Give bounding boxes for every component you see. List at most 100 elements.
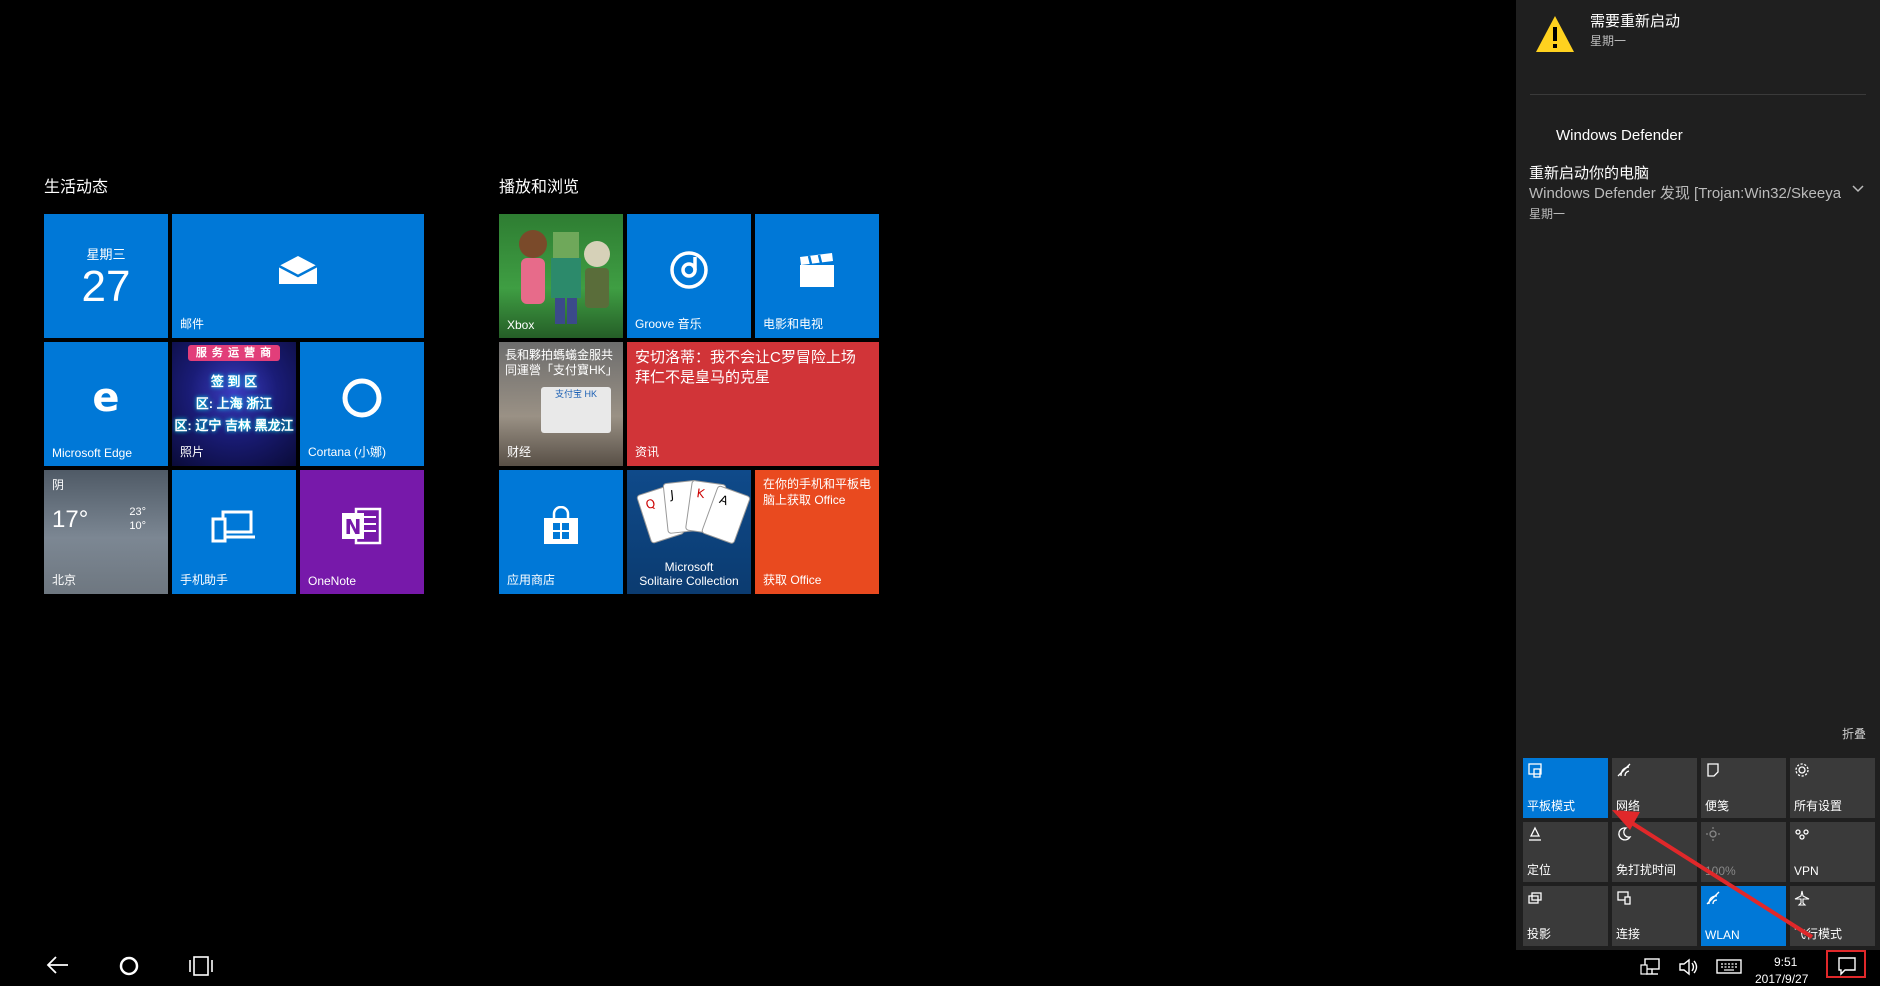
moon-icon	[1618, 827, 1632, 841]
quick-action-label: 100%	[1705, 864, 1736, 878]
project-icon	[1528, 892, 1542, 904]
warning-icon	[1536, 16, 1574, 52]
network-tray-icon[interactable]	[1640, 957, 1662, 977]
tile-groove-label: Groove 音乐	[635, 317, 702, 331]
defender-notification-body: Windows Defender 发现 [Trojan:Win32/Skeeya…	[1529, 185, 1841, 202]
quick-action-moon[interactable]: 免打扰时间	[1612, 822, 1697, 882]
tile-onenote[interactable]: N OneNote	[300, 470, 424, 594]
office-description: 在你的手机和平板电脑上获取 Office	[763, 477, 872, 507]
brightness-icon	[1706, 827, 1720, 841]
finance-card-image: 支付宝 HK	[541, 387, 611, 433]
collapse-button[interactable]: 折叠	[1842, 725, 1866, 742]
tile-onenote-label: OneNote	[308, 574, 357, 588]
task-view-icon[interactable]	[188, 954, 214, 978]
photos-line-1: 签 到 区	[210, 374, 258, 389]
tile-phone-companion[interactable]: 手机助手	[172, 470, 296, 594]
quick-action-label: WLAN	[1705, 928, 1740, 942]
svg-text:N: N	[345, 515, 362, 539]
edge-icon: e	[92, 378, 119, 418]
weather-high: 23°	[129, 506, 146, 518]
tile-finance[interactable]: 長和夥拍螞蟻金服共同運營「支付寶HK」 支付宝 HK 财经	[499, 342, 623, 466]
defender-app-header[interactable]: Windows Defender	[1556, 127, 1683, 144]
tile-weather[interactable]: 阴 17° 23° 10° 北京	[44, 470, 168, 594]
action-center: 需要重新启动 星期一 Windows Defender 重新启动你的电脑 Win…	[1516, 0, 1880, 950]
tile-mail[interactable]: 邮件	[172, 214, 424, 338]
tile-office[interactable]: 在你的手机和平板电脑上获取 Office 获取 Office	[755, 470, 879, 594]
playing-cards-icon: Q J K A	[636, 480, 751, 544]
tile-photos-label: 照片	[180, 445, 205, 459]
tile-cortana-label: Cortana (小娜)	[308, 445, 387, 459]
svg-text:e: e	[92, 378, 119, 418]
solitaire-caption: Microsoft Solitaire Collection	[627, 560, 751, 588]
tile-edge-label: Microsoft Edge	[52, 446, 133, 460]
quick-action-settings[interactable]: 所有设置	[1790, 758, 1875, 818]
calendar-day: 星期三	[86, 247, 126, 262]
quick-action-label: 平板模式	[1527, 799, 1576, 813]
quick-action-note[interactable]: 便笺	[1701, 758, 1786, 818]
quick-action-network[interactable]: 网络	[1612, 758, 1697, 818]
defender-notification-title[interactable]: 重新启动你的电脑	[1529, 162, 1649, 183]
photos-banner-text: 服 务 运 营 商	[188, 345, 280, 361]
tile-xbox[interactable]: Xbox	[499, 214, 623, 338]
store-bag-icon	[544, 505, 578, 544]
quick-action-label: 免打扰时间	[1616, 863, 1677, 877]
tile-office-label: 获取 Office	[763, 573, 822, 587]
defender-notification-time: 星期一	[1529, 207, 1566, 221]
quick-action-wifi[interactable]: WLAN	[1701, 886, 1786, 946]
news-headline: 安切洛蒂：我不会让C罗冒险上场 拜仁不是皇马的克星	[635, 349, 856, 386]
tile-store[interactable]: 应用商店	[499, 470, 623, 594]
notification-restart-title[interactable]: 需要重新启动	[1590, 10, 1680, 31]
clapperboard-icon	[800, 252, 834, 287]
quick-action-label: 飞行模式	[1794, 927, 1843, 941]
quick-action-location[interactable]: 定位	[1523, 822, 1608, 882]
calendar-date: 27	[81, 262, 131, 311]
quick-action-label: VPN	[1794, 864, 1819, 878]
quick-action-tablet-mode[interactable]: 平板模式	[1523, 758, 1608, 818]
tile-calendar[interactable]: 星期三 27	[44, 214, 168, 338]
chevron-down-icon[interactable]	[1851, 184, 1865, 194]
notification-restart-time: 星期一	[1590, 34, 1627, 48]
tile-news[interactable]: 安切洛蒂：我不会让C罗冒险上场 拜仁不是皇马的克星 资讯	[627, 342, 879, 466]
photos-line-2: 区: 上海 浙江	[195, 396, 273, 411]
notification-divider	[1530, 94, 1866, 95]
tile-cortana[interactable]: Cortana (小娜)	[300, 342, 424, 466]
quick-action-brightness[interactable]: 100%	[1701, 822, 1786, 882]
back-arrow-icon[interactable]	[44, 954, 70, 976]
tablet-mode-icon	[1528, 763, 1542, 778]
finance-headline: 長和夥拍螞蟻金服共同運營「支付寶HK」	[505, 348, 618, 377]
quick-action-project[interactable]: 投影	[1523, 886, 1608, 946]
quick-action-connect[interactable]: 连接	[1612, 886, 1697, 946]
tile-photos[interactable]: 服 务 运 营 商 签 到 区 区: 上海 浙江 区: 辽宁 吉林 黑龙江 照片	[172, 342, 296, 466]
clock-date[interactable]: 2017/9/27	[1755, 972, 1808, 986]
quick-action-label: 便笺	[1705, 799, 1730, 813]
weather-city: 北京	[52, 573, 77, 587]
clock-time[interactable]: 9:51	[1774, 955, 1797, 969]
volume-icon[interactable]	[1678, 957, 1700, 977]
airplane-icon	[1794, 890, 1810, 906]
weather-temp: 17°	[52, 506, 89, 533]
photos-line-3: 区: 辽宁 吉林 黑龙江	[174, 418, 294, 433]
tile-movies[interactable]: 电影和电视	[755, 214, 879, 338]
tile-phone-label: 手机助手	[180, 573, 229, 587]
network-icon	[1617, 763, 1631, 777]
groove-music-icon	[670, 251, 708, 289]
tile-news-label: 资讯	[635, 445, 660, 459]
group-title-life: 生活动态	[44, 179, 109, 196]
connect-icon	[1617, 891, 1631, 905]
keyboard-icon[interactable]	[1716, 958, 1742, 976]
quick-action-label: 定位	[1527, 863, 1552, 877]
search-circle-icon[interactable]	[117, 954, 141, 978]
settings-icon	[1795, 763, 1809, 777]
group-title-play: 播放和浏览	[499, 179, 580, 196]
highlight-box	[1826, 950, 1866, 978]
quick-action-airplane[interactable]: 飞行模式	[1790, 886, 1875, 946]
wifi-icon	[1706, 891, 1720, 905]
tile-finance-label: 财经	[507, 445, 532, 459]
vpn-icon	[1795, 829, 1809, 840]
quick-action-vpn[interactable]: VPN	[1790, 822, 1875, 882]
tile-edge[interactable]: e Microsoft Edge	[44, 342, 168, 466]
onenote-icon: N	[342, 507, 382, 545]
tile-solitaire[interactable]: Q J K A Microsoft Solitaire Collection	[627, 470, 751, 594]
tile-groove[interactable]: Groove 音乐	[627, 214, 751, 338]
tile-xbox-label: Xbox	[507, 318, 535, 332]
